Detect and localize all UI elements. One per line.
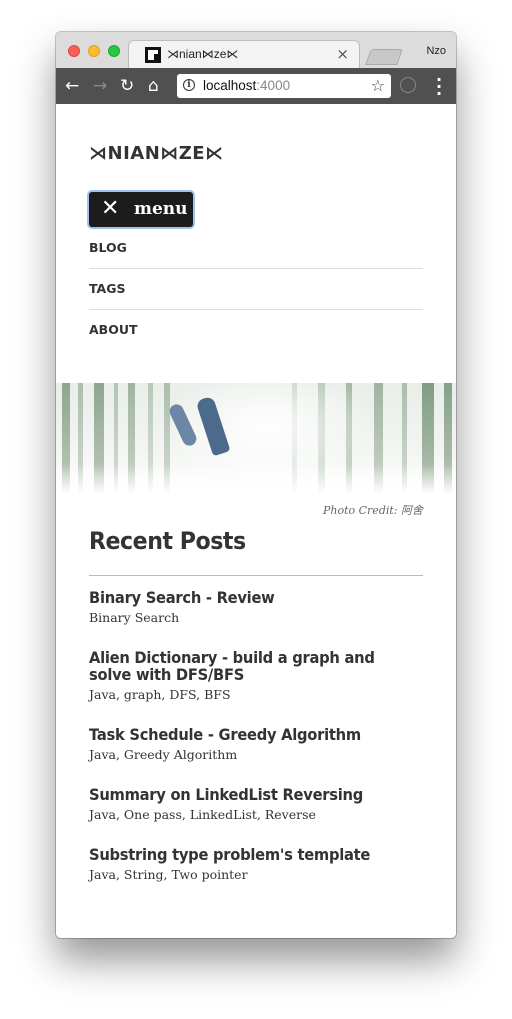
section-divider (89, 575, 423, 576)
back-arrow-icon[interactable]: ← (65, 76, 79, 96)
page-content: ⋊NIAN⋈ZE⋉ ✕ menu BLOG TAGS ABOUT Photo C… (56, 104, 456, 938)
favicon-icon (145, 47, 161, 63)
post-title[interactable]: Summary on LinkedList Reversing (89, 786, 420, 803)
post-tags: Java, String, Two pointer (89, 867, 248, 882)
window-close-button[interactable] (68, 45, 80, 57)
post-list: Binary Search - Review Binary Search Ali… (89, 589, 423, 906)
post-title[interactable]: Task Schedule - Greedy Algorithm (89, 726, 420, 743)
list-item: Alien Dictionary - build a graph and sol… (89, 649, 423, 702)
address-bar[interactable]: i localhost:4000 ☆ (177, 74, 391, 98)
photo-credit: Photo Credit: 阿舍 (322, 504, 423, 517)
post-tags: Java, graph, DFS, BFS (89, 687, 231, 702)
browser-window: ⋊nian⋈ze⋉ × Nzo ← → ↻ ⌂ i localhost:4000… (56, 32, 456, 938)
window-maximize-button[interactable] (108, 45, 120, 57)
reload-icon[interactable]: ↻ (120, 76, 134, 96)
tab-title: ⋊nian⋈ze⋉ (167, 47, 239, 61)
window-minimize-button[interactable] (88, 45, 100, 57)
post-title[interactable]: Substring type problem's template (89, 846, 420, 863)
menu-button-label: menu (134, 199, 188, 219)
info-icon[interactable]: i (183, 79, 195, 91)
section-title: Recent Posts (89, 527, 246, 555)
menu-toggle-button[interactable]: ✕ menu (89, 192, 193, 227)
post-tags: Java, One pass, LinkedList, Reverse (89, 807, 316, 822)
kebab-menu-icon[interactable]: · · · (436, 72, 442, 102)
list-item: Summary on LinkedList Reversing Java, On… (89, 786, 423, 822)
new-tab-button[interactable] (365, 49, 403, 65)
tab-bar: ⋊nian⋈ze⋉ × Nzo (56, 32, 456, 68)
site-logo[interactable]: ⋊NIAN⋈ZE⋉ (89, 143, 224, 164)
home-icon[interactable]: ⌂ (148, 76, 159, 96)
tab-close-icon[interactable]: × (336, 45, 349, 63)
nav-item-tags[interactable]: TAGS (89, 269, 423, 310)
nav-item-blog[interactable]: BLOG (89, 228, 423, 269)
post-tags: Java, Greedy Algorithm (89, 747, 238, 762)
post-tags: Binary Search (89, 610, 180, 625)
list-item: Task Schedule - Greedy Algorithm Java, G… (89, 726, 423, 762)
profile-name[interactable]: Nzo (426, 45, 446, 57)
star-icon[interactable]: ☆ (371, 76, 385, 95)
post-title[interactable]: Binary Search - Review (89, 589, 420, 606)
url-text[interactable]: localhost:4000 (203, 78, 290, 93)
extension-icon[interactable] (400, 77, 416, 93)
url-host: localhost (203, 78, 257, 93)
list-item: Binary Search - Review Binary Search (89, 589, 423, 625)
close-icon: ✕ (101, 196, 120, 221)
hero-image (56, 383, 456, 494)
post-title[interactable]: Alien Dictionary - build a graph and sol… (89, 649, 420, 683)
forward-arrow-icon[interactable]: → (93, 76, 107, 96)
browser-tab[interactable]: ⋊nian⋈ze⋉ × (128, 40, 360, 68)
browser-toolbar: ← → ↻ ⌂ i localhost:4000 ☆ · · · (56, 68, 456, 104)
nav-item-about[interactable]: ABOUT (89, 310, 423, 351)
nav-menu: BLOG TAGS ABOUT (89, 228, 423, 351)
url-port: :4000 (256, 78, 291, 93)
list-item: Substring type problem's template Java, … (89, 846, 423, 882)
